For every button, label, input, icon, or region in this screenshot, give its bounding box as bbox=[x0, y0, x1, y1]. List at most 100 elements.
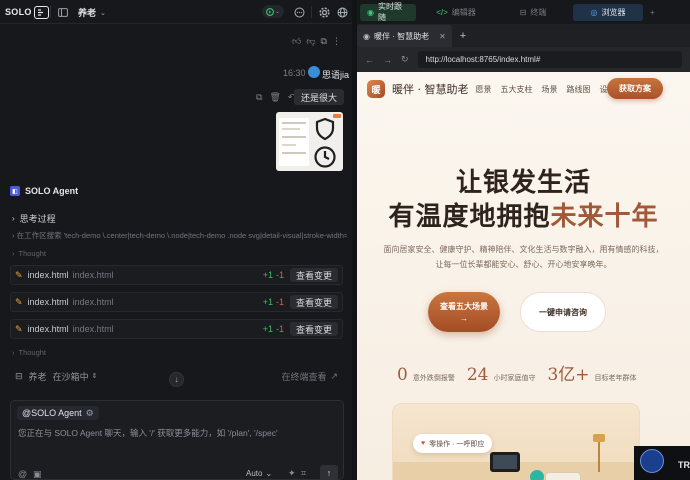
thumbnail-card bbox=[279, 118, 309, 166]
file-edit-row[interactable]: ✎ index.html index.html +1 -1 查看变更 bbox=[10, 292, 343, 312]
chevron-right-icon: › bbox=[12, 214, 15, 223]
file-edit-row[interactable]: ✎ index.html index.html +1 -1 查看变更 bbox=[10, 319, 343, 339]
view-in-terminal-link[interactable]: 在终端查看 bbox=[281, 370, 326, 383]
nav-link-roadmap[interactable]: 路线图 bbox=[567, 84, 591, 95]
run-status-pill[interactable]: ⌄ bbox=[262, 5, 284, 18]
zero-operation-chip: ♥ 零操作 · 一呼即应 bbox=[413, 434, 493, 453]
more-icon[interactable]: ⋮ bbox=[332, 36, 341, 47]
file-edit-row[interactable]: ✎ index.html index.html +1 -1 查看变更 bbox=[10, 265, 343, 285]
browser-tab[interactable]: ◉ 暖伴 · 智慧助老 ✕ bbox=[357, 25, 452, 47]
edit-file-icon: ✎ bbox=[15, 269, 23, 280]
attach-icon[interactable]: ⌗ bbox=[301, 468, 306, 479]
terminal-icon: ⊟ bbox=[519, 7, 527, 17]
attached-screenshot-thumbnail[interactable] bbox=[276, 112, 343, 171]
mode-selector[interactable]: Auto ⌄ bbox=[246, 469, 272, 478]
sandbox-status[interactable]: 在沙箱中 bbox=[53, 370, 89, 383]
forward-arrow-icon[interactable]: → bbox=[383, 55, 392, 65]
nav-link-vision[interactable]: 愿景 bbox=[476, 84, 492, 95]
settings-sliders-icon: ⚙︎ bbox=[85, 407, 94, 418]
chevron-down-icon: ⌄ bbox=[265, 469, 273, 478]
scroll-down-button[interactable]: ↓ bbox=[169, 372, 184, 387]
eye-icon: ◉ bbox=[363, 31, 370, 41]
agent-mention-chip[interactable]: @SOLO Agent ⚙︎ bbox=[17, 406, 99, 420]
thinking-toggle[interactable]: › 思考过程 bbox=[12, 212, 56, 225]
tab-terminal[interactable]: ⊟ 终端 bbox=[496, 4, 570, 21]
thought-step[interactable]: › Thought bbox=[12, 348, 46, 357]
mascot-avatar bbox=[640, 449, 664, 473]
stat-item: 0 意外跌倒报警 bbox=[397, 365, 455, 385]
view-changes-button[interactable]: 查看变更 bbox=[289, 295, 338, 309]
hero-subtitle-1: 面向居家安全、健康守护、精神陪伴、文化生活与数字融入，用有情感的科技， bbox=[383, 245, 664, 254]
chevron-right-icon: › bbox=[12, 348, 15, 357]
chevron-down-icon: ⌄ bbox=[100, 9, 106, 17]
nav-link-pillars[interactable]: 五大支柱 bbox=[501, 84, 533, 95]
tab-editor[interactable]: </> 编辑器 bbox=[419, 4, 493, 21]
floating-widget[interactable]: TR bbox=[634, 446, 690, 480]
new-tab-button[interactable]: + bbox=[460, 30, 466, 42]
apply-consult-button[interactable]: 一键申请咨询 bbox=[520, 292, 606, 332]
headline-line-2: 有温度地拥抱未来十年 bbox=[388, 202, 659, 232]
project-selector[interactable]: 养老 ⌄ bbox=[78, 6, 106, 19]
edit-file-icon: ✎ bbox=[15, 296, 23, 307]
brand-name[interactable]: 暖伴 · 智慧助老 bbox=[392, 81, 469, 97]
user-name: 思语jia bbox=[322, 70, 350, 80]
tab-live-follow[interactable]: ◉ 实时跟随 bbox=[360, 2, 416, 22]
brand-logo[interactable]: 暖 bbox=[367, 80, 385, 98]
composer-input[interactable]: 您正在与 SOLO Agent 聊天，输入 '/' 获取更多能力，如 '/pla… bbox=[18, 427, 338, 439]
preview-panel: ◉ 实时跟随 </> 编辑器 ⊟ 终端 ◎ 浏览器 + ◉ 暖伴 · 智慧助老 … bbox=[357, 0, 690, 480]
copy-icon[interactable]: ⧉ bbox=[256, 92, 262, 103]
heart-icon: ♥ bbox=[421, 440, 426, 447]
close-icon[interactable]: ✕ bbox=[439, 32, 446, 41]
view-scenes-button[interactable]: 查看五大场景 → bbox=[428, 292, 500, 332]
agent-header: ◧ SOLO Agent bbox=[10, 186, 78, 196]
gear-icon[interactable] bbox=[318, 6, 330, 18]
sofa-illustration bbox=[545, 472, 581, 480]
view-changes-button[interactable]: 查看变更 bbox=[289, 268, 338, 282]
sidebar-toggle-icon[interactable] bbox=[57, 6, 69, 18]
globe-icon[interactable] bbox=[336, 6, 348, 18]
image-icon[interactable]: ▣ bbox=[33, 469, 42, 480]
mention-icon[interactable]: @ bbox=[18, 469, 27, 479]
solo-logo[interactable]: SOLO bbox=[5, 5, 49, 19]
arrow-right-icon: → bbox=[460, 314, 468, 323]
sparkle-icon[interactable]: ✦ bbox=[288, 468, 296, 479]
avatar bbox=[308, 66, 320, 78]
nav-links: 愿景 五大支柱 场景 路线图 设备 bbox=[476, 84, 616, 95]
lamp-illustration bbox=[593, 434, 605, 442]
thumbs-up-icon[interactable]: 👍︎ bbox=[292, 36, 301, 47]
compass-icon: ◎ bbox=[590, 7, 598, 17]
divider bbox=[50, 6, 51, 18]
browser-tab-strip: ◉ 暖伴 · 智慧助老 ✕ + bbox=[357, 25, 690, 47]
get-plan-button[interactable]: 获取方案 bbox=[607, 78, 663, 99]
url-bar: ← → ↻ http://localhost:8765/index.html# bbox=[357, 47, 690, 72]
trash-icon[interactable]: 🗑︎ bbox=[269, 92, 280, 103]
external-link-icon[interactable]: ↗ bbox=[330, 371, 338, 382]
view-changes-button[interactable]: 查看变更 bbox=[289, 322, 338, 336]
user-message: 还是很大 bbox=[293, 89, 344, 105]
user-message-actions: ⧉ 🗑︎ ↶ bbox=[256, 92, 295, 103]
tab-browser[interactable]: ◎ 浏览器 bbox=[573, 3, 643, 21]
agent-icon: ◧ bbox=[10, 186, 20, 196]
back-arrow-icon[interactable]: ← bbox=[365, 55, 374, 65]
stats-row: 0 意外跌倒报警 24 小时家庭值守 3亿+ 目标老年群体 bbox=[397, 360, 637, 385]
send-button[interactable]: ↑ bbox=[320, 465, 338, 480]
view-tabs: ◉ 实时跟随 </> 编辑器 ⊟ 终端 ◎ 浏览器 + bbox=[357, 0, 690, 24]
copy-icon[interactable]: ⧉ bbox=[321, 36, 327, 47]
clock-icon bbox=[314, 146, 336, 168]
tv-illustration bbox=[490, 452, 520, 472]
hero-subtitle-2: 让每一位长辈都能安心、舒心、开心地安享晚年。 bbox=[435, 260, 612, 269]
app-window: SOLO 养老 ⌄ ⌄ 👍︎ 👎︎ ⧉ ⋮ 16:30 思语jia ⧉ 🗑︎ ↶… bbox=[0, 0, 690, 480]
nav-link-scenes[interactable]: 场景 bbox=[542, 84, 558, 95]
add-view-button[interactable]: + bbox=[646, 4, 659, 21]
site-nav: 暖 暖伴 · 智慧助老 愿景 五大支柱 场景 路线图 设备 获取方案 bbox=[357, 72, 690, 106]
comment-icon[interactable] bbox=[293, 6, 305, 18]
thought-step[interactable]: › Thought bbox=[12, 249, 46, 258]
chevron-updown-icon: ⇕ bbox=[91, 373, 98, 380]
solo-logo-badge bbox=[33, 5, 49, 19]
address-input[interactable]: http://localhost:8765/index.html# bbox=[417, 51, 682, 68]
thumbs-down-icon[interactable]: 👎︎ bbox=[306, 36, 315, 47]
reload-icon[interactable]: ↻ bbox=[401, 54, 409, 65]
headline-line-1: 让银发生活 bbox=[455, 168, 591, 198]
search-step: › 在工作区搜索 'tech-demo \.center|tech-demo \… bbox=[12, 231, 347, 240]
chat-composer: @SOLO Agent ⚙︎ 您正在与 SOLO Agent 聊天，输入 '/'… bbox=[10, 400, 344, 480]
